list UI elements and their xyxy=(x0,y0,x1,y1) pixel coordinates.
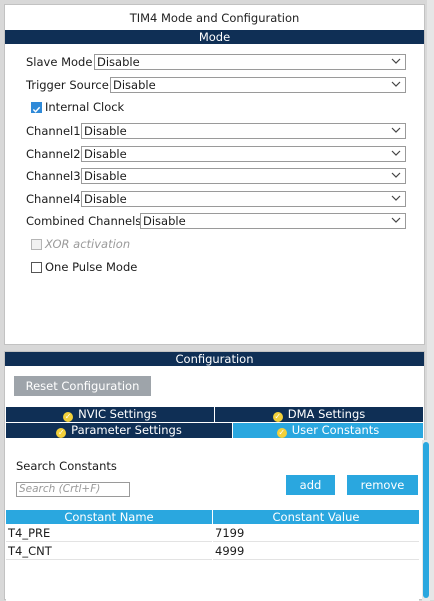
constant-name-cell: T4_PRE xyxy=(6,525,212,542)
combined-channels-label: Combined Channels xyxy=(26,214,142,228)
column-header-constant-name[interactable]: Constant Name xyxy=(6,510,212,524)
scrollbar-thumb[interactable] xyxy=(423,442,429,598)
tab-label: Parameter Settings xyxy=(71,423,182,437)
channel1-label: Channel1 xyxy=(26,124,81,138)
chevron-down-icon xyxy=(391,58,401,64)
combined-channels-row: Combined Channels Disable xyxy=(26,213,406,231)
trigger-source-value: Disable xyxy=(113,78,156,92)
channel4-row: Channel4 Disable xyxy=(26,191,406,209)
constant-name-cell: T4_CNT xyxy=(6,543,212,560)
internal-clock-checkbox[interactable] xyxy=(31,102,42,113)
chevron-down-icon xyxy=(391,172,401,178)
chevron-down-icon xyxy=(391,150,401,156)
channel2-label: Channel2 xyxy=(26,147,81,161)
channel2-value: Disable xyxy=(84,147,127,161)
constant-value-cell: 4999 xyxy=(213,543,419,560)
xor-activation-checkbox xyxy=(31,239,42,250)
channel3-label: Channel3 xyxy=(26,169,81,183)
configuration-section-header: Configuration xyxy=(5,352,424,366)
panel-title: TIM4 Mode and Configuration xyxy=(129,11,300,25)
slave-mode-value: Disable xyxy=(97,55,140,69)
user-constants-content: Search Constants Search (Crtl+F) add rem… xyxy=(6,440,419,601)
channel4-label: Channel4 xyxy=(26,192,81,206)
tab-label: DMA Settings xyxy=(287,407,366,421)
channel1-value: Disable xyxy=(84,124,127,138)
channel4-select[interactable]: Disable xyxy=(81,191,406,207)
reset-configuration-button[interactable]: Reset Configuration xyxy=(14,376,151,396)
xor-activation-label: XOR activation xyxy=(45,237,131,251)
channel3-row: Channel3 Disable xyxy=(26,168,406,186)
tab-nvic-settings[interactable]: ✓ NVIC Settings xyxy=(6,407,214,422)
combined-channels-value: Disable xyxy=(143,214,186,228)
channel2-row: Channel2 Disable xyxy=(26,146,406,164)
checkmark-icon xyxy=(32,106,41,113)
mode-panel: TIM4 Mode and Configuration Mode Slave M… xyxy=(4,4,425,345)
channel1-select[interactable]: Disable xyxy=(81,123,406,139)
one-pulse-mode-label: One Pulse Mode xyxy=(45,260,138,274)
chevron-down-icon xyxy=(391,217,401,223)
check-circle-icon: ✓ xyxy=(56,428,67,438)
combined-channels-select[interactable]: Disable xyxy=(140,213,406,229)
remove-button[interactable]: remove xyxy=(347,475,418,495)
search-constants-label: Search Constants xyxy=(16,459,117,473)
check-circle-icon: ✓ xyxy=(276,428,287,438)
slave-mode-row: Slave Mode Disable xyxy=(26,54,406,72)
tab-dma-settings[interactable]: ✓ DMA Settings xyxy=(215,407,423,422)
tab-label: NVIC Settings xyxy=(78,407,157,421)
tab-parameter-settings[interactable]: ✓ Parameter Settings xyxy=(6,423,232,438)
mode-section-header: Mode xyxy=(5,30,424,44)
trigger-source-row: Trigger Source Disable xyxy=(26,77,406,95)
trigger-source-label: Trigger Source xyxy=(26,78,109,92)
check-circle-icon: ✓ xyxy=(63,412,74,422)
slave-mode-select[interactable]: Disable xyxy=(94,54,406,70)
channel2-select[interactable]: Disable xyxy=(81,146,406,162)
configuration-panel: Configuration Reset Configuration ✓ NVIC … xyxy=(4,351,430,601)
slave-mode-label: Slave Mode xyxy=(26,55,93,69)
chevron-down-icon xyxy=(391,127,401,133)
channel4-value: Disable xyxy=(84,192,127,206)
constant-value-cell: 7199 xyxy=(213,525,419,542)
column-header-constant-value[interactable]: Constant Value xyxy=(213,510,419,524)
channel1-row: Channel1 Disable xyxy=(26,123,406,141)
vertical-scrollbar[interactable] xyxy=(422,440,430,601)
chevron-down-icon xyxy=(391,195,401,201)
tab-label: User Constants xyxy=(291,423,380,437)
channel3-select[interactable]: Disable xyxy=(81,168,406,184)
one-pulse-mode-checkbox[interactable] xyxy=(31,262,42,273)
chevron-down-icon xyxy=(391,81,401,87)
add-button[interactable]: add xyxy=(286,475,335,495)
trigger-source-select[interactable]: Disable xyxy=(110,77,406,93)
channel3-value: Disable xyxy=(84,169,127,183)
check-circle-icon: ✓ xyxy=(272,412,283,422)
tab-user-constants[interactable]: ✓ User Constants xyxy=(233,423,423,438)
search-input[interactable]: Search (Crtl+F) xyxy=(16,482,130,497)
internal-clock-label: Internal Clock xyxy=(45,100,125,114)
